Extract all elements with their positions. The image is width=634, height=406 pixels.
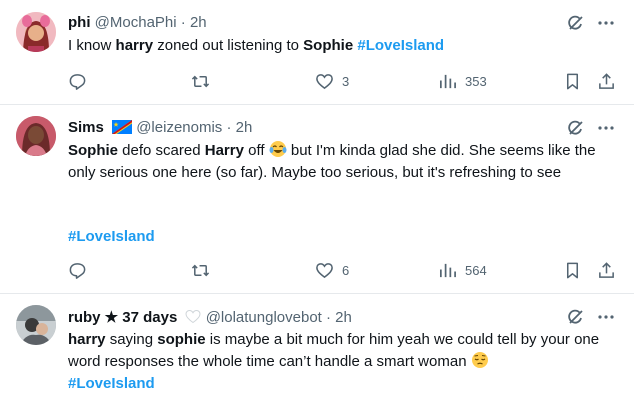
bookmark-button[interactable] [563,259,582,281]
avatar[interactable] [16,305,56,345]
views-button[interactable]: 564 [438,259,487,281]
views-icon [439,74,456,88]
share-button[interactable] [597,259,616,281]
hashtag-link[interactable]: #LoveIsland [68,228,155,245]
user-handle[interactable]: @lolatunglovebot [206,309,322,326]
display-name[interactable]: phi [68,14,91,31]
tweet-2[interactable]: Sims @leizenomis · 2h Sophie defo scared… [0,105,634,293]
avatar-image [16,305,56,345]
like-button[interactable]: 3 [315,70,349,92]
tweet-text: harry saying sophie is maybe a bit much … [68,329,613,395]
retweet-button[interactable] [191,70,210,92]
reply-button[interactable] [68,259,87,281]
retweet-icon [191,264,210,276]
text-segment: defo scared [118,142,205,159]
bold-word: harry [115,37,154,54]
more-icon[interactable] [596,118,616,138]
user-handle[interactable]: @leizenomis [136,119,222,136]
bold-word: Sophie [303,37,354,54]
like-count: 6 [342,262,350,278]
hashtag-link[interactable]: #LoveIsland [357,37,444,54]
text-segment: I know [68,37,116,54]
more-icon[interactable] [596,13,616,33]
tweet-header: ruby ★ 37 days @lolatunglovebot · 2h [68,307,352,327]
retweet-button[interactable] [191,259,210,281]
views-button[interactable]: 353 [438,70,487,92]
bold-word: Sophie [68,142,119,159]
grok-icon[interactable] [566,13,586,33]
share-icon [599,72,614,89]
tweet-text: Sophie defo scared Harry off but I'm kin… [68,140,613,184]
pensive-face-emoji-icon [471,352,488,368]
separator-dot: · [226,119,232,136]
timestamp[interactable]: 2h [335,309,352,326]
avatar-image [16,116,56,156]
action-bar: 6 564 [60,259,620,281]
timestamp[interactable]: 2h [236,119,253,136]
display-name[interactable]: Sims [68,119,104,136]
like-count: 3 [342,73,350,89]
white-heart-icon [185,309,201,324]
tweet-header: phi @MochaPhi · 2h [68,13,207,32]
bold-word: Harry [204,142,244,159]
like-icon [316,262,333,278]
like-icon [316,73,333,89]
reply-icon [69,73,86,90]
avatar[interactable] [16,12,56,52]
text-segment: off [243,142,269,159]
separator-dot: · [180,14,186,31]
bookmark-button[interactable] [563,70,582,92]
tweet-hashtag-line: #LoveIsland [68,226,613,247]
tweet-1[interactable]: phi @MochaPhi · 2h I know harry zoned ou… [0,0,634,104]
more-icon[interactable] [596,307,616,327]
user-handle[interactable]: @MochaPhi [95,14,177,31]
tweet-3[interactable]: ruby ★ 37 days @lolatunglovebot · 2h har… [0,294,634,406]
view-count: 353 [465,73,487,89]
reply-icon [69,262,86,279]
grok-icon[interactable] [566,307,586,327]
share-icon [599,261,614,278]
bold-word: harry [68,331,106,348]
separator-dot: · [326,309,331,326]
text-segment: saying [105,331,158,348]
reply-button[interactable] [68,70,87,92]
retweet-icon [191,75,210,87]
tweet-text: I know harry zoned out listening to Soph… [68,35,613,56]
display-name[interactable]: ruby ★ 37 days [68,309,177,326]
share-button[interactable] [597,70,616,92]
view-count: 564 [465,262,487,278]
views-icon [439,263,456,277]
grok-icon[interactable] [566,118,586,138]
text-segment: zoned out listening to [153,37,304,54]
crying-laughing-emoji-icon [269,141,287,157]
flag-icon [112,120,133,134]
tweet-header: Sims @leizenomis · 2h [68,118,252,137]
bookmark-icon [566,262,579,278]
like-button[interactable]: 6 [315,259,349,281]
avatar-image [16,12,56,52]
avatar[interactable] [16,116,56,156]
bookmark-icon [566,73,579,89]
hashtag-link[interactable]: #LoveIsland [68,375,155,392]
bold-word: sophie [157,331,206,348]
timestamp[interactable]: 2h [190,14,207,31]
action-bar: 3 353 [60,70,620,92]
